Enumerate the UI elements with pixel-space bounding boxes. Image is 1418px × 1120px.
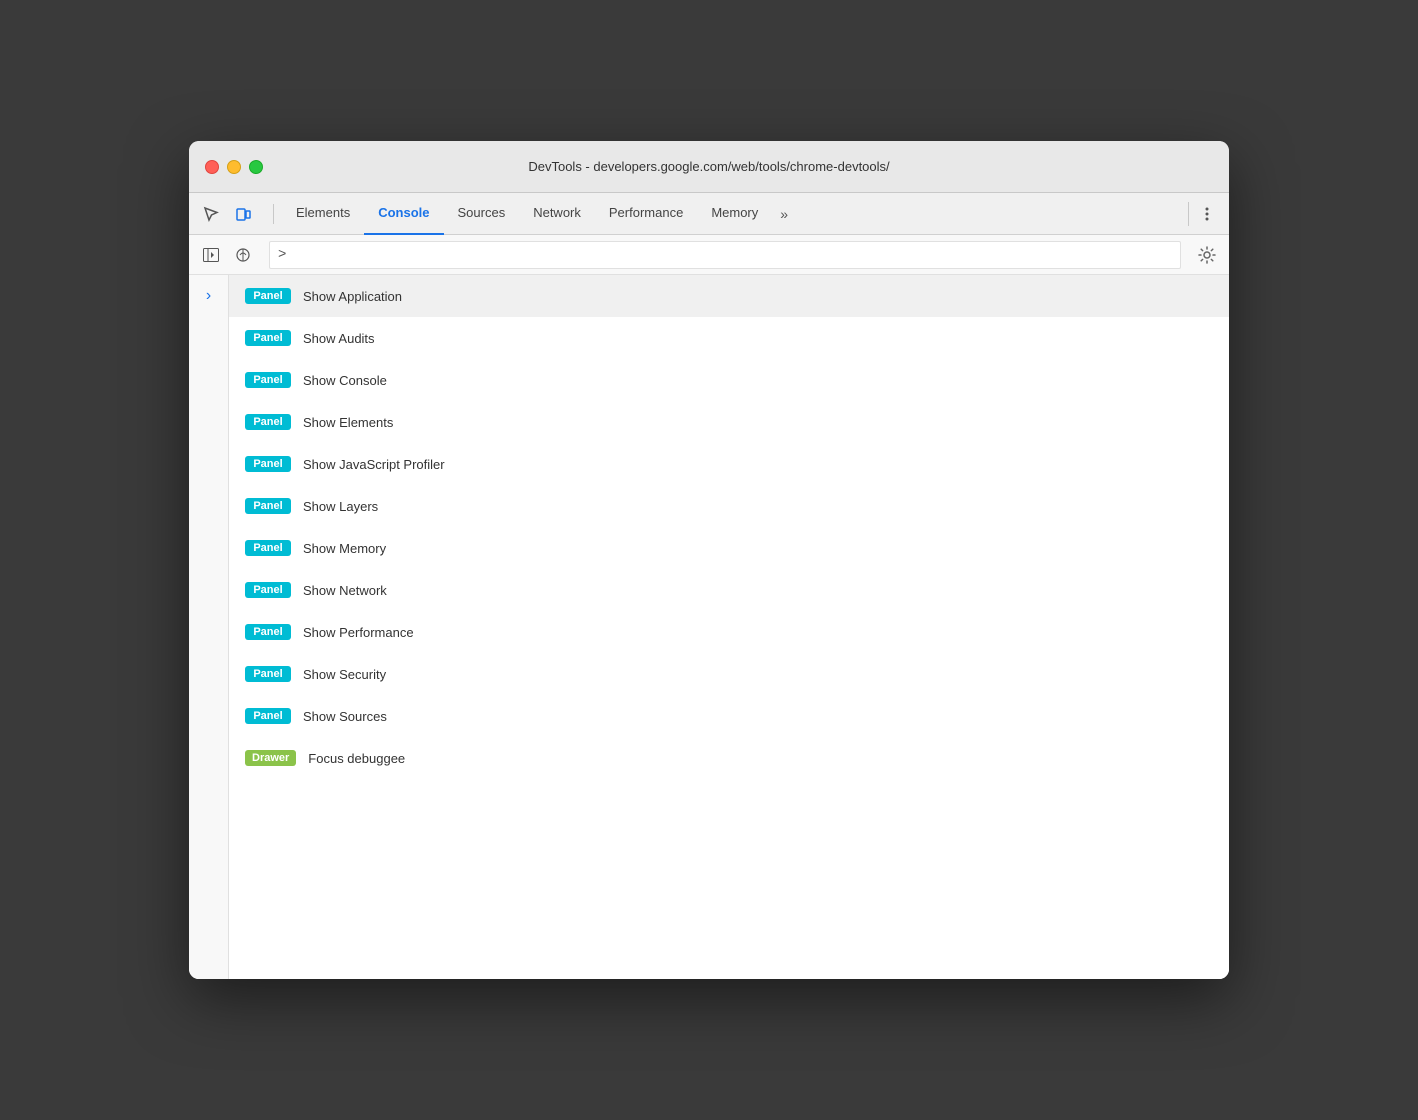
- console-prompt: >: [278, 247, 286, 263]
- badge-panel: Panel: [245, 414, 291, 430]
- dropdown-item[interactable]: Panel Show JavaScript Profiler: [229, 443, 1229, 485]
- settings-icon[interactable]: [1193, 241, 1221, 269]
- badge-panel: Panel: [245, 540, 291, 556]
- vertical-divider: [1188, 202, 1189, 226]
- tab-divider: [273, 204, 274, 224]
- toolbar-icons: [197, 200, 257, 228]
- sidebar: ›: [189, 275, 229, 979]
- item-label: Show Security: [303, 667, 386, 682]
- badge-panel: Panel: [245, 666, 291, 682]
- more-tabs-button[interactable]: »: [772, 193, 796, 235]
- main-content: › PanelShow ApplicationPanelShow AuditsP…: [189, 275, 1229, 979]
- console-input[interactable]: [286, 247, 1172, 262]
- tab-elements[interactable]: Elements: [282, 193, 364, 235]
- dropdown-item[interactable]: Panel Show Security: [229, 653, 1229, 695]
- item-label: Show Console: [303, 373, 387, 388]
- tabs-container: Elements Console Sources Network Perform…: [282, 193, 1188, 235]
- badge-panel: Panel: [245, 498, 291, 514]
- dropdown-item[interactable]: Panel Show Network: [229, 569, 1229, 611]
- tab-sources[interactable]: Sources: [444, 193, 520, 235]
- item-label: Show Performance: [303, 625, 414, 640]
- maximize-button[interactable]: [249, 160, 263, 174]
- tab-network[interactable]: Network: [519, 193, 595, 235]
- dropdown-item[interactable]: Drawer Focus debuggee: [229, 737, 1229, 779]
- expand-sidebar-icon[interactable]: ›: [202, 283, 215, 309]
- console-toolbar: >: [189, 235, 1229, 275]
- devtools-window: DevTools - developers.google.com/web/too…: [189, 141, 1229, 979]
- badge-panel: Panel: [245, 708, 291, 724]
- item-label: Show Layers: [303, 499, 378, 514]
- badge-panel: Panel: [245, 330, 291, 346]
- item-label: Focus debuggee: [308, 751, 405, 766]
- inspect-element-icon[interactable]: [197, 200, 225, 228]
- dropdown-item[interactable]: Panel Show Layers: [229, 485, 1229, 527]
- tab-bar-right: [1188, 200, 1221, 228]
- sidebar-toggle-icon[interactable]: [197, 241, 225, 269]
- dropdown-item[interactable]: Panel Show Elements: [229, 401, 1229, 443]
- item-label: Show JavaScript Profiler: [303, 457, 445, 472]
- dropdown-item[interactable]: Panel Show Sources: [229, 695, 1229, 737]
- badge-panel: Panel: [245, 288, 291, 304]
- tab-bar: Elements Console Sources Network Perform…: [189, 193, 1229, 235]
- dropdown-item[interactable]: Panel Show Audits: [229, 317, 1229, 359]
- dropdown-list: PanelShow ApplicationPanelShow AuditsPan…: [229, 275, 1229, 779]
- badge-panel: Panel: [245, 582, 291, 598]
- badge-panel: Panel: [245, 372, 291, 388]
- item-label: Show Application: [303, 289, 402, 304]
- dropdown-item[interactable]: Panel Show Performance: [229, 611, 1229, 653]
- tab-performance[interactable]: Performance: [595, 193, 697, 235]
- minimize-button[interactable]: [227, 160, 241, 174]
- badge-panel: Panel: [245, 456, 291, 472]
- item-label: Show Sources: [303, 709, 387, 724]
- autocomplete-dropdown: PanelShow ApplicationPanelShow AuditsPan…: [229, 275, 1229, 979]
- item-label: Show Audits: [303, 331, 375, 346]
- badge-panel: Panel: [245, 624, 291, 640]
- badge-drawer: Drawer: [245, 750, 296, 766]
- item-label: Show Network: [303, 583, 387, 598]
- dropdown-item[interactable]: Panel Show Console: [229, 359, 1229, 401]
- dropdown-item[interactable]: Panel Show Application: [229, 275, 1229, 317]
- console-input-area[interactable]: >: [269, 241, 1181, 269]
- traffic-lights: [205, 160, 263, 174]
- item-label: Show Memory: [303, 541, 386, 556]
- tab-console[interactable]: Console: [364, 193, 443, 235]
- window-title: DevTools - developers.google.com/web/too…: [528, 159, 889, 174]
- dropdown-item[interactable]: Panel Show Memory: [229, 527, 1229, 569]
- filter-icon[interactable]: [229, 241, 257, 269]
- device-toolbar-icon[interactable]: [229, 200, 257, 228]
- close-button[interactable]: [205, 160, 219, 174]
- tab-memory[interactable]: Memory: [697, 193, 772, 235]
- content-area: [229, 779, 1229, 979]
- more-options-icon[interactable]: [1193, 200, 1221, 228]
- item-label: Show Elements: [303, 415, 393, 430]
- title-bar: DevTools - developers.google.com/web/too…: [189, 141, 1229, 193]
